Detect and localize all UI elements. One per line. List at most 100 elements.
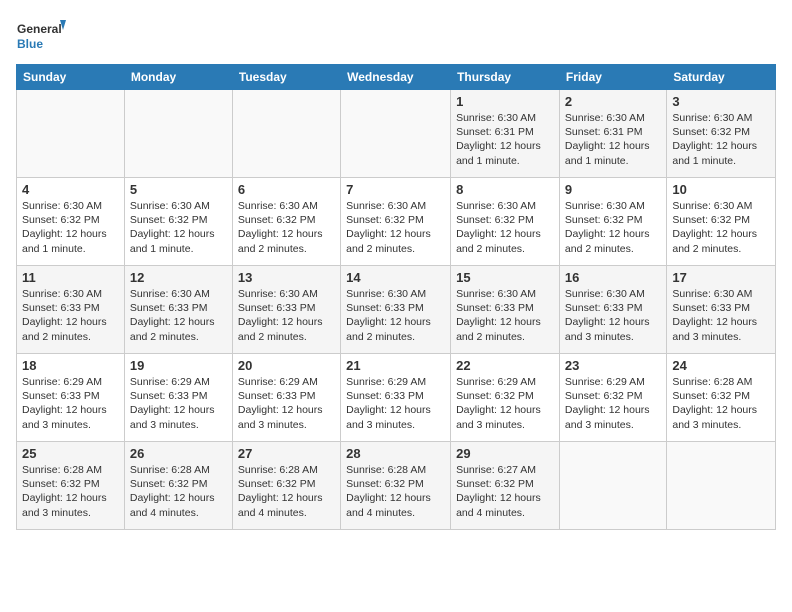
dow-header-tuesday: Tuesday [232,65,340,90]
day-info: Sunrise: 6:29 AM Sunset: 6:33 PM Dayligh… [22,375,119,432]
day-number: 10 [672,182,770,197]
day-info: Sunrise: 6:30 AM Sunset: 6:32 PM Dayligh… [672,111,770,168]
calendar-cell: 15 Sunrise: 6:30 AM Sunset: 6:33 PM Dayli… [451,266,560,354]
dow-header-monday: Monday [124,65,232,90]
day-info: Sunrise: 6:29 AM Sunset: 6:32 PM Dayligh… [565,375,661,432]
day-info: Sunrise: 6:30 AM Sunset: 6:31 PM Dayligh… [456,111,554,168]
day-info: Sunrise: 6:29 AM Sunset: 6:33 PM Dayligh… [346,375,445,432]
day-number: 18 [22,358,119,373]
day-number: 21 [346,358,445,373]
day-number: 9 [565,182,661,197]
calendar-cell [232,90,340,178]
day-number: 24 [672,358,770,373]
calendar-cell: 16 Sunrise: 6:30 AM Sunset: 6:33 PM Dayli… [559,266,666,354]
day-number: 13 [238,270,335,285]
day-info: Sunrise: 6:30 AM Sunset: 6:32 PM Dayligh… [672,199,770,256]
day-number: 23 [565,358,661,373]
calendar-cell: 12 Sunrise: 6:30 AM Sunset: 6:33 PM Dayli… [124,266,232,354]
calendar-cell: 1Sunrise: 6:30 AM Sunset: 6:31 PM Daylig… [451,90,560,178]
day-info: Sunrise: 6:29 AM Sunset: 6:33 PM Dayligh… [238,375,335,432]
day-info: Sunrise: 6:30 AM Sunset: 6:31 PM Dayligh… [565,111,661,168]
day-info: Sunrise: 6:30 AM Sunset: 6:32 PM Dayligh… [565,199,661,256]
calendar-cell: 26 Sunrise: 6:28 AM Sunset: 6:32 PM Dayli… [124,442,232,530]
day-number: 3 [672,94,770,109]
day-info: Sunrise: 6:27 AM Sunset: 6:32 PM Dayligh… [456,463,554,520]
calendar-cell: 25 Sunrise: 6:28 AM Sunset: 6:32 PM Dayli… [17,442,125,530]
day-number: 14 [346,270,445,285]
day-info: Sunrise: 6:30 AM Sunset: 6:32 PM Dayligh… [238,199,335,256]
day-number: 20 [238,358,335,373]
calendar-cell: 10 Sunrise: 6:30 AM Sunset: 6:32 PM Dayli… [667,178,776,266]
dow-header-wednesday: Wednesday [341,65,451,90]
dow-header-saturday: Saturday [667,65,776,90]
day-number: 17 [672,270,770,285]
calendar-cell: 18 Sunrise: 6:29 AM Sunset: 6:33 PM Dayli… [17,354,125,442]
calendar-cell [341,90,451,178]
day-number: 26 [130,446,227,461]
calendar-cell: 20 Sunrise: 6:29 AM Sunset: 6:33 PM Dayli… [232,354,340,442]
logo-svg: General Blue [16,16,66,56]
calendar-cell: 24 Sunrise: 6:28 AM Sunset: 6:32 PM Dayli… [667,354,776,442]
calendar-cell: 3 Sunrise: 6:30 AM Sunset: 6:32 PM Daylig… [667,90,776,178]
day-info: Sunrise: 6:30 AM Sunset: 6:33 PM Dayligh… [672,287,770,344]
calendar-cell: 2 Sunrise: 6:30 AM Sunset: 6:31 PM Daylig… [559,90,666,178]
day-number: 11 [22,270,119,285]
svg-text:Blue: Blue [17,37,43,51]
header: General Blue [16,16,776,56]
calendar-cell: 28 Sunrise: 6:28 AM Sunset: 6:32 PM Dayli… [341,442,451,530]
calendar-cell: 23 Sunrise: 6:29 AM Sunset: 6:32 PM Dayli… [559,354,666,442]
day-info: Sunrise: 6:28 AM Sunset: 6:32 PM Dayligh… [346,463,445,520]
calendar-cell: 5 Sunrise: 6:30 AM Sunset: 6:32 PM Daylig… [124,178,232,266]
day-info: Sunrise: 6:30 AM Sunset: 6:33 PM Dayligh… [130,287,227,344]
day-number: 15 [456,270,554,285]
dow-header-friday: Friday [559,65,666,90]
day-info: Sunrise: 6:30 AM Sunset: 6:32 PM Dayligh… [130,199,227,256]
calendar-cell: 29 Sunrise: 6:27 AM Sunset: 6:32 PM Dayli… [451,442,560,530]
day-info: Sunrise: 6:30 AM Sunset: 6:33 PM Dayligh… [565,287,661,344]
day-number: 29 [456,446,554,461]
day-number: 8 [456,182,554,197]
calendar-cell: 19 Sunrise: 6:29 AM Sunset: 6:33 PM Dayli… [124,354,232,442]
day-info: Sunrise: 6:29 AM Sunset: 6:33 PM Dayligh… [130,375,227,432]
svg-text:General: General [17,22,62,36]
day-info: Sunrise: 6:28 AM Sunset: 6:32 PM Dayligh… [22,463,119,520]
dow-header-sunday: Sunday [17,65,125,90]
day-info: Sunrise: 6:30 AM Sunset: 6:32 PM Dayligh… [346,199,445,256]
calendar-cell: 13 Sunrise: 6:30 AM Sunset: 6:33 PM Dayli… [232,266,340,354]
day-info: Sunrise: 6:30 AM Sunset: 6:32 PM Dayligh… [22,199,119,256]
dow-header-thursday: Thursday [451,65,560,90]
day-number: 27 [238,446,335,461]
day-info: Sunrise: 6:30 AM Sunset: 6:33 PM Dayligh… [22,287,119,344]
calendar-cell: 6 Sunrise: 6:30 AM Sunset: 6:32 PM Daylig… [232,178,340,266]
day-info: Sunrise: 6:28 AM Sunset: 6:32 PM Dayligh… [238,463,335,520]
day-number: 7 [346,182,445,197]
day-info: Sunrise: 6:30 AM Sunset: 6:33 PM Dayligh… [238,287,335,344]
calendar-cell: 22 Sunrise: 6:29 AM Sunset: 6:32 PM Dayli… [451,354,560,442]
day-number: 19 [130,358,227,373]
day-info: Sunrise: 6:30 AM Sunset: 6:33 PM Dayligh… [346,287,445,344]
day-number: 25 [22,446,119,461]
calendar-cell: 17 Sunrise: 6:30 AM Sunset: 6:33 PM Dayli… [667,266,776,354]
day-info: Sunrise: 6:28 AM Sunset: 6:32 PM Dayligh… [130,463,227,520]
calendar-cell: 11 Sunrise: 6:30 AM Sunset: 6:33 PM Dayli… [17,266,125,354]
calendar-cell: 21 Sunrise: 6:29 AM Sunset: 6:33 PM Dayli… [341,354,451,442]
calendar-cell [124,90,232,178]
day-number: 16 [565,270,661,285]
calendar-table: SundayMondayTuesdayWednesdayThursdayFrid… [16,64,776,530]
day-number: 28 [346,446,445,461]
day-number: 5 [130,182,227,197]
day-number: 6 [238,182,335,197]
day-info: Sunrise: 6:29 AM Sunset: 6:32 PM Dayligh… [456,375,554,432]
day-info: Sunrise: 6:30 AM Sunset: 6:33 PM Dayligh… [456,287,554,344]
logo: General Blue [16,16,66,56]
calendar-cell: 8 Sunrise: 6:30 AM Sunset: 6:32 PM Daylig… [451,178,560,266]
day-number: 12 [130,270,227,285]
day-number: 22 [456,358,554,373]
calendar-cell: 27 Sunrise: 6:28 AM Sunset: 6:32 PM Dayli… [232,442,340,530]
day-info: Sunrise: 6:30 AM Sunset: 6:32 PM Dayligh… [456,199,554,256]
calendar-cell: 4Sunrise: 6:30 AM Sunset: 6:32 PM Daylig… [17,178,125,266]
calendar-cell: 7 Sunrise: 6:30 AM Sunset: 6:32 PM Daylig… [341,178,451,266]
day-number: 2 [565,94,661,109]
calendar-cell [667,442,776,530]
day-info: Sunrise: 6:28 AM Sunset: 6:32 PM Dayligh… [672,375,770,432]
